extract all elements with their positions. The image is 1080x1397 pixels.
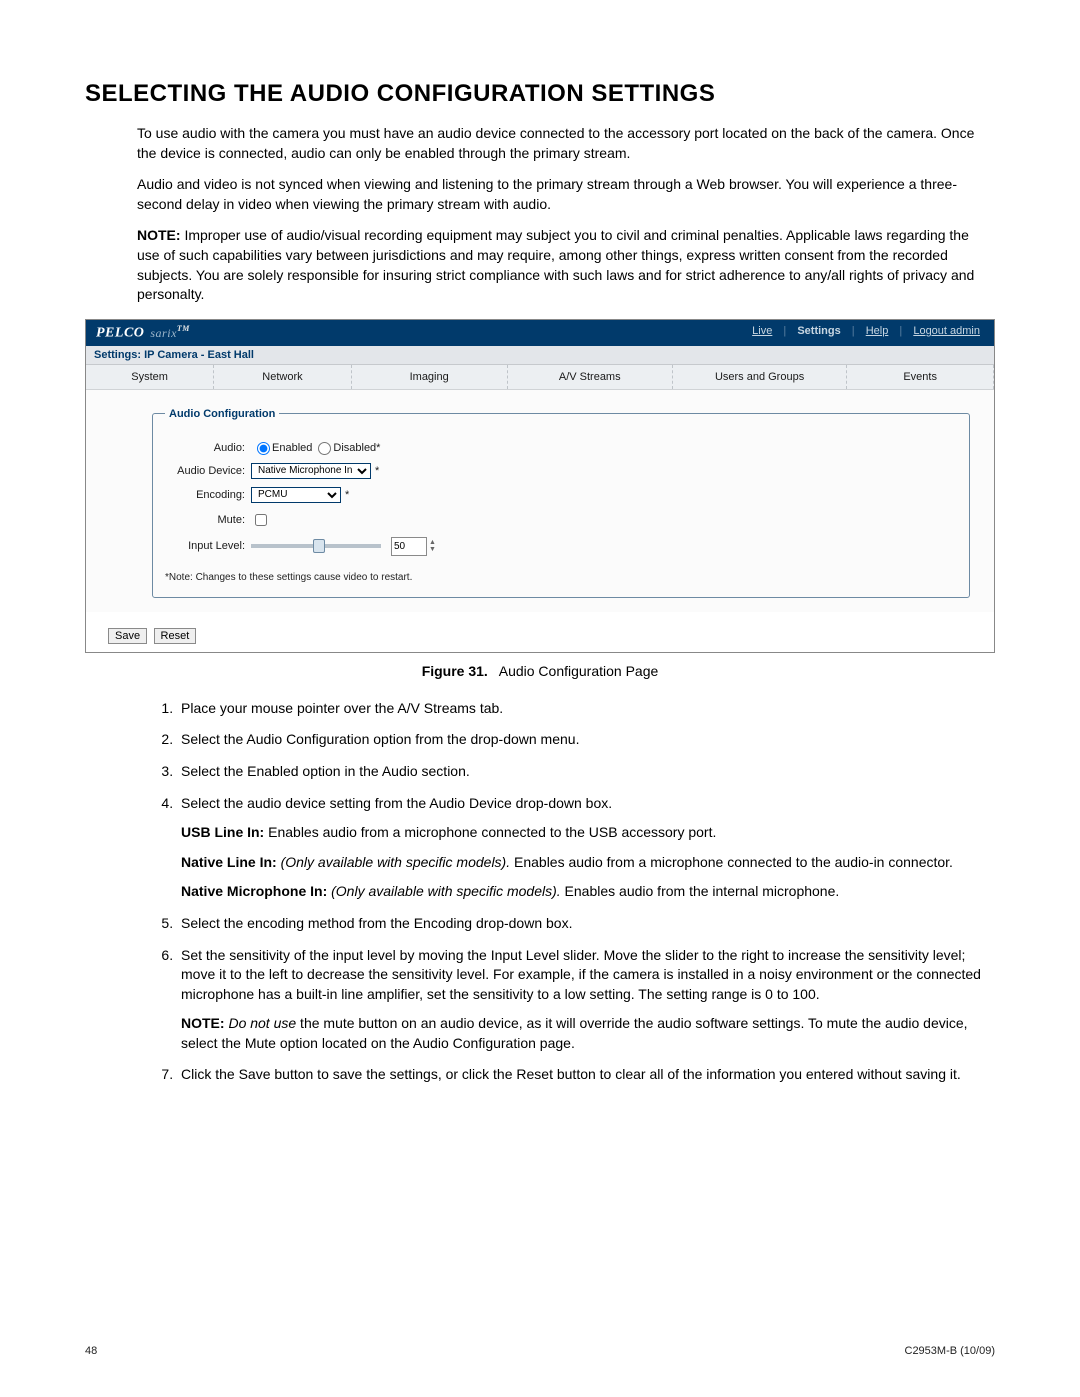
note-text: Improper use of audio/visual recording e…: [137, 227, 974, 302]
label-audio: Audio:: [165, 442, 245, 454]
usb-line-in-text: Enables audio from a microphone connecte…: [264, 824, 716, 840]
tab-system[interactable]: System: [86, 365, 214, 389]
checkbox-mute[interactable]: [255, 514, 267, 526]
intro-para-2: Audio and video is not synced when viewi…: [137, 175, 995, 214]
native-line-in-label: Native Line In:: [181, 854, 277, 870]
figure-label: Figure 31.: [422, 663, 488, 679]
doc-id: C2953M-B (10/09): [905, 1345, 996, 1357]
figure-text: Audio Configuration Page: [499, 663, 659, 679]
note-label: NOTE:: [137, 227, 181, 243]
page-footer: 48 C2953M-B (10/09): [85, 1345, 995, 1357]
step-1: Place your mouse pointer over the A/V St…: [177, 699, 995, 719]
link-logout[interactable]: Logout admin: [913, 325, 980, 337]
brand-logo: PELCO sarixTM: [96, 324, 190, 342]
fieldset-note: *Note: Changes to these settings cause v…: [165, 572, 957, 583]
form-area: Audio Configuration Audio: Enabled Disab…: [86, 390, 994, 612]
native-line-in-em: (Only available with specific models).: [277, 854, 510, 870]
step-4: Select the audio device setting from the…: [177, 794, 995, 902]
native-mic-in-text: Enables audio from the internal micropho…: [561, 883, 840, 899]
step-7: Click the Save button to save the settin…: [177, 1065, 995, 1085]
native-line-in-text: Enables audio from a microphone connecte…: [510, 854, 953, 870]
page-number: 48: [85, 1345, 97, 1357]
radio-enabled[interactable]: [257, 442, 270, 455]
button-row: Save Reset: [108, 626, 994, 644]
top-links: Live | Settings | Help | Logout admin: [748, 325, 984, 337]
audio-fieldset: Audio Configuration Audio: Enabled Disab…: [152, 408, 970, 598]
label-input-level: Input Level:: [165, 540, 245, 552]
native-mic-in-em: (Only available with specific models).: [327, 883, 560, 899]
radio-disabled-label: Disabled*: [333, 442, 380, 454]
tab-users-groups[interactable]: Users and Groups: [673, 365, 847, 389]
step6-note-em: Do not use: [225, 1015, 297, 1031]
label-encoding: Encoding:: [165, 489, 245, 501]
slider-input-level[interactable]: [251, 544, 381, 548]
step-6: Set the sensitivity of the input level b…: [177, 946, 995, 1054]
select-audio-device[interactable]: Native Microphone In: [251, 463, 371, 479]
settings-breadcrumb: Settings: IP Camera - East Hall: [86, 346, 994, 365]
label-mute: Mute:: [165, 514, 245, 526]
reset-button[interactable]: Reset: [154, 628, 197, 644]
usb-line-in-label: USB Line In:: [181, 824, 264, 840]
page-heading: SELECTING THE AUDIO CONFIGURATION SETTIN…: [85, 80, 995, 108]
link-live[interactable]: Live: [752, 325, 772, 337]
screenshot-figure: PELCO sarixTM Live | Settings | Help | L…: [85, 319, 995, 653]
input-level-value[interactable]: [391, 537, 427, 556]
figure-caption: Figure 31. Audio Configuration Page: [85, 663, 995, 679]
menu-bar: System Network Imaging A/V Streams Users…: [86, 365, 994, 390]
fieldset-legend: Audio Configuration: [165, 408, 279, 420]
select-encoding[interactable]: PCMU: [251, 487, 341, 503]
intro-para-1: To use audio with the camera you must ha…: [137, 124, 995, 163]
tab-network[interactable]: Network: [214, 365, 351, 389]
link-help[interactable]: Help: [866, 325, 889, 337]
step6-note-text: the mute button on an audio device, as i…: [181, 1015, 968, 1051]
step6-note-label: NOTE:: [181, 1015, 225, 1031]
tab-imaging[interactable]: Imaging: [352, 365, 508, 389]
brand-tm: TM: [177, 324, 190, 333]
link-settings[interactable]: Settings: [797, 325, 840, 337]
save-button[interactable]: Save: [108, 628, 147, 644]
stepper-icon[interactable]: ▲▼: [429, 539, 436, 553]
brand-sarix: sarix: [150, 326, 177, 340]
tab-events[interactable]: Events: [847, 365, 994, 389]
label-audio-device: Audio Device:: [165, 465, 245, 477]
native-mic-in-label: Native Microphone In:: [181, 883, 327, 899]
step-2: Select the Audio Configuration option fr…: [177, 730, 995, 750]
slider-thumb[interactable]: [313, 539, 325, 553]
asterisk-device: *: [375, 465, 379, 477]
intro-note: NOTE: Improper use of audio/visual recor…: [137, 226, 995, 304]
step-3: Select the Enabled option in the Audio s…: [177, 762, 995, 782]
radio-disabled[interactable]: [318, 442, 331, 455]
asterisk-encoding: *: [345, 489, 349, 501]
tab-av-streams[interactable]: A/V Streams: [508, 365, 673, 389]
step-5: Select the encoding method from the Enco…: [177, 914, 995, 934]
app-header: PELCO sarixTM Live | Settings | Help | L…: [86, 320, 994, 346]
brand-pelco: PELCO: [96, 326, 144, 341]
radio-enabled-label: Enabled: [272, 442, 312, 454]
steps-list: Place your mouse pointer over the A/V St…: [137, 699, 995, 1085]
